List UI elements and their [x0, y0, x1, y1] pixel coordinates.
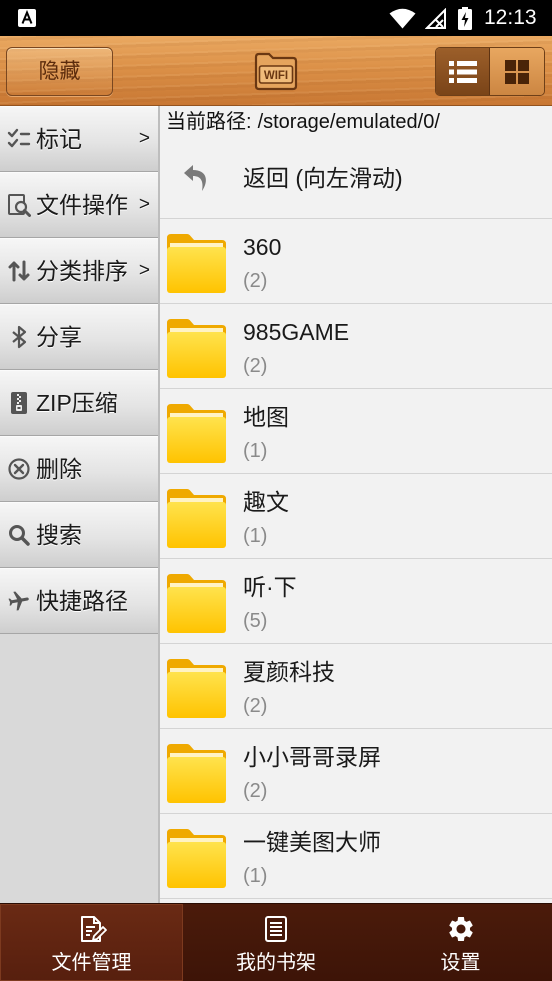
folder-item-count: (5): [243, 610, 268, 632]
folder-row[interactable]: 夏颜科技 (2): [160, 644, 552, 729]
gear-icon: [448, 917, 473, 941]
folder-row[interactable]: 听·下 (5): [160, 559, 552, 644]
folder-row[interactable]: 985GAME (2): [160, 304, 552, 389]
folder-name: 地图: [243, 404, 289, 430]
folder-row[interactable]: 趣文 (1): [160, 474, 552, 559]
battery-charging-icon: [458, 7, 472, 30]
sidebar-item-sort[interactable]: 分类排序 >: [0, 238, 158, 304]
airplane-icon: [8, 591, 29, 611]
folder-icon: [166, 486, 227, 549]
folder-item-count: (2): [243, 780, 268, 802]
folder-item-count: (2): [243, 695, 268, 717]
clock-time: 12:13: [484, 6, 537, 29]
folder-item-count: (1): [243, 525, 268, 547]
folder-row[interactable]: 小小哥哥录屏 (2): [160, 729, 552, 814]
zip-icon: [11, 392, 27, 414]
checklist-icon: [7, 128, 31, 148]
header-bar: 隐藏 WIFI: [0, 36, 552, 106]
sidebar-item-label: 分享: [36, 324, 82, 350]
tab-label: 我的书架: [236, 952, 316, 974]
tab-label: 设置: [440, 952, 481, 974]
folder-name: 趣文: [243, 489, 289, 515]
bookshelf-icon: [265, 916, 287, 942]
folder-name: 小小哥哥录屏: [243, 744, 381, 770]
bottom-navigation: 文件管理 我的书架 设置: [0, 903, 552, 981]
back-label: 返回 (向左滑动): [243, 165, 403, 191]
sidebar-item-delete[interactable]: 删除: [0, 436, 158, 502]
back-arrow-icon: [184, 165, 206, 191]
file-manager-icon: [80, 916, 107, 942]
folder-icon: [166, 656, 227, 719]
sidebar-item-label: 标记: [36, 126, 82, 152]
folder-icon: [166, 741, 227, 804]
sidebar-item-label: 快捷路径: [36, 588, 128, 614]
list-view-icon: [448, 60, 477, 83]
list-view-button[interactable]: [436, 48, 491, 95]
wifi-icon: [389, 8, 416, 29]
folder-item-count: (1): [243, 865, 268, 887]
folder-row[interactable]: 地图 (1): [160, 389, 552, 474]
sidebar-item-label: 文件操作: [36, 192, 128, 218]
no-signal-icon: [425, 8, 446, 29]
current-path: 当前路径:/storage/emulated/0/: [160, 106, 552, 138]
current-path-value: /storage/emulated/0/: [257, 111, 440, 133]
back-row[interactable]: 返回 (向左滑动): [160, 138, 552, 219]
submenu-arrow: >: [138, 128, 150, 149]
tab-label: 文件管理: [51, 952, 132, 974]
tab-settings[interactable]: 设置: [369, 904, 552, 981]
sidebar-item-label: ZIP压缩: [36, 390, 118, 416]
sidebar-menu: 标记 > 文件操作 > 分类排序 > 分享 ZIP压缩 删除 搜索 快捷路径: [0, 106, 160, 903]
folder-name: 夏颜科技: [243, 659, 335, 685]
folder-row[interactable]: 一键美图大师 (1): [160, 814, 552, 899]
submenu-arrow: >: [138, 260, 150, 281]
submenu-arrow: >: [138, 194, 150, 215]
folder-name: 一键美图大师: [243, 829, 381, 855]
file-list-panel: 当前路径:/storage/emulated/0/ 返回 (向左滑动) 360 …: [160, 106, 552, 903]
sidebar-item-label: 删除: [36, 456, 82, 482]
folder-icon: [166, 231, 227, 294]
folder-icon: [166, 826, 227, 889]
folder-icon: [166, 401, 227, 464]
file-search-icon: [8, 194, 31, 217]
sidebar-item-label: 分类排序: [36, 258, 128, 284]
current-path-label: 当前路径:: [166, 111, 252, 133]
folder-name: 听·下: [243, 574, 297, 600]
sidebar-item-file-ops[interactable]: 文件操作 >: [0, 172, 158, 238]
bluetooth-icon: [12, 325, 27, 349]
folder-icon: [166, 571, 227, 634]
status-bar: 12:13: [0, 0, 552, 36]
folder-name: 985GAME: [243, 319, 350, 345]
folder-name: 360: [243, 234, 282, 260]
search-icon: [9, 525, 30, 546]
grid-view-icon: [505, 59, 529, 84]
tab-file-manager[interactable]: 文件管理: [0, 904, 183, 981]
grid-view-button[interactable]: [490, 48, 544, 95]
folder-item-count: (2): [243, 355, 268, 377]
wifi-transfer-folder-icon[interactable]: WIFI: [254, 51, 298, 91]
folder-row[interactable]: 360 (2): [160, 219, 552, 304]
tab-bookshelf[interactable]: 我的书架: [183, 904, 369, 981]
hide-button[interactable]: 隐藏: [6, 47, 113, 96]
sidebar-item-mark[interactable]: 标记 >: [0, 106, 158, 172]
sidebar-item-search[interactable]: 搜索: [0, 502, 158, 568]
sort-icon: [8, 260, 30, 282]
sidebar-item-share[interactable]: 分享: [0, 304, 158, 370]
view-mode-toggle: [435, 47, 545, 96]
a-notification-icon: [18, 9, 36, 27]
folder-item-count: (2): [243, 270, 268, 292]
wifi-icon-label: WIFI: [264, 70, 288, 82]
folder-icon: [166, 316, 227, 379]
sidebar-item-label: 搜索: [36, 522, 82, 548]
delete-icon: [8, 458, 30, 480]
sidebar-item-shortcut-path[interactable]: 快捷路径: [0, 568, 158, 634]
sidebar-item-zip[interactable]: ZIP压缩: [0, 370, 158, 436]
folder-item-count: (1): [243, 440, 268, 462]
